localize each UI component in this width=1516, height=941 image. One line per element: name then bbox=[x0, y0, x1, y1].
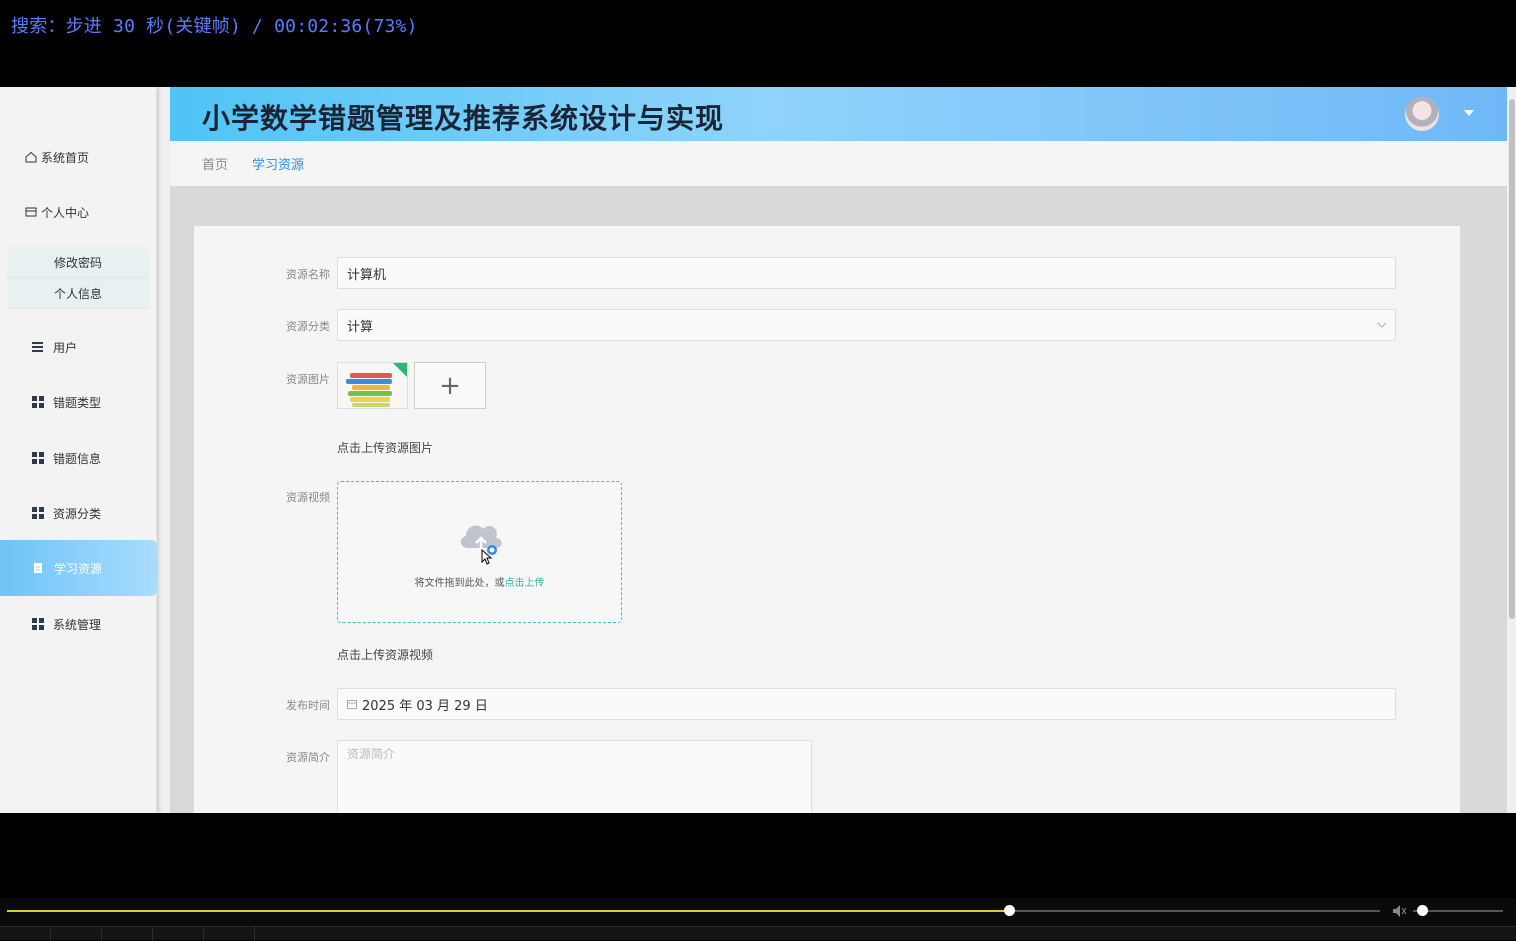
books-image bbox=[346, 363, 407, 407]
breadcrumb-home[interactable]: 首页 bbox=[202, 154, 228, 173]
dropzone-text: 将文件拖到此处，或点击上传 bbox=[338, 574, 621, 589]
volume-slider[interactable] bbox=[1413, 905, 1503, 916]
seek-bar[interactable] bbox=[7, 905, 1380, 916]
sidebar-item-users[interactable]: 用户 bbox=[0, 327, 157, 367]
seek-progress-fill bbox=[7, 910, 1010, 912]
image-label: 资源图片 bbox=[286, 373, 330, 386]
chevron-down-icon[interactable] bbox=[1464, 110, 1474, 116]
resource-intro-textarea[interactable]: 资源简介 bbox=[337, 740, 812, 813]
dropzone-label: 将文件拖到此处，或 bbox=[414, 578, 505, 589]
page-scrollbar[interactable] bbox=[1507, 87, 1516, 813]
control-slot[interactable] bbox=[0, 927, 51, 941]
calendar-icon bbox=[347, 700, 357, 709]
grid-icon bbox=[32, 507, 44, 519]
sidebar-item-system-management[interactable]: 系统管理 bbox=[0, 604, 157, 644]
control-slot[interactable] bbox=[51, 927, 102, 941]
volume-icon[interactable] bbox=[1392, 904, 1408, 918]
publish-date-value: 2025 年 03 月 29 日 bbox=[362, 698, 488, 714]
grid-icon bbox=[32, 396, 44, 408]
video-dropzone[interactable]: 将文件拖到此处，或点击上传 bbox=[337, 481, 622, 623]
click-upload-link[interactable]: 点击上传 bbox=[505, 578, 545, 589]
video-hint: 点击上传资源视频 bbox=[337, 648, 434, 662]
add-image-button[interactable]: + bbox=[414, 362, 486, 409]
doc-icon bbox=[34, 563, 42, 573]
sidebar-item-label: 学习资源 bbox=[54, 561, 103, 576]
personal-submenu: 修改密码 个人信息 bbox=[7, 247, 149, 309]
osd-status-text: 搜索：步进 30 秒(关键帧) / 00:02:36(73%) bbox=[11, 16, 418, 37]
top-header: 小学数学错题管理及推荐系统设计与实现 bbox=[170, 87, 1507, 141]
uploaded-image-thumbnail[interactable] bbox=[337, 362, 408, 409]
sidebar-item-learning-resources[interactable]: 学习资源 bbox=[0, 540, 157, 596]
sidebar-item-label: 资源分类 bbox=[53, 506, 102, 521]
home-icon bbox=[25, 151, 37, 163]
control-slot[interactable] bbox=[204, 927, 255, 941]
breadcrumb-current: 学习资源 bbox=[252, 158, 305, 173]
name-label: 资源名称 bbox=[286, 268, 330, 281]
seek-handle[interactable] bbox=[1004, 905, 1016, 916]
sidebar-item-label: 系统管理 bbox=[53, 617, 102, 632]
video-label: 资源视频 bbox=[286, 491, 330, 504]
list-icon bbox=[32, 340, 43, 354]
volume-handle[interactable] bbox=[1417, 905, 1428, 916]
sidebar-item-label: 系统首页 bbox=[41, 150, 90, 165]
sidebar-item-personal-info[interactable]: 个人信息 bbox=[7, 278, 149, 309]
intro-label: 资源简介 bbox=[286, 751, 330, 764]
publish-date-input[interactable]: 2025 年 03 月 29 日 bbox=[337, 688, 1396, 720]
scrollbar-thumb[interactable] bbox=[1509, 99, 1515, 619]
category-label: 资源分类 bbox=[286, 320, 330, 333]
sidebar-item-error-types[interactable]: 错题类型 bbox=[0, 382, 157, 422]
resource-category-value: 计算 bbox=[347, 319, 374, 335]
page-title: 小学数学错题管理及推荐系统设计与实现 bbox=[202, 102, 725, 135]
avatar[interactable] bbox=[1405, 97, 1439, 131]
player-controls-strip bbox=[0, 926, 1516, 941]
sidebar-item-label: 错题信息 bbox=[53, 451, 102, 466]
sidebar-item-change-password[interactable]: 修改密码 bbox=[7, 247, 149, 278]
grid-icon bbox=[32, 452, 44, 464]
image-hint: 点击上传资源图片 bbox=[337, 441, 434, 455]
mouse-cursor-icon bbox=[481, 549, 493, 565]
resource-name-value: 计算机 bbox=[347, 267, 387, 283]
sidebar-item-home[interactable]: 系统首页 bbox=[0, 137, 157, 177]
resource-name-input[interactable]: 计算机 bbox=[337, 257, 1396, 289]
chevron-down-icon bbox=[1377, 322, 1387, 328]
sidebar-item-resource-category[interactable]: 资源分类 bbox=[0, 493, 157, 533]
date-label: 发布时间 bbox=[286, 699, 330, 712]
sidebar-item-label: 个人中心 bbox=[41, 205, 90, 220]
card-icon bbox=[25, 207, 37, 217]
sidebar-item-label: 错题类型 bbox=[53, 395, 102, 410]
breadcrumb: 首页 学习资源 bbox=[170, 141, 1507, 186]
sidebar-item-personal-center[interactable]: 个人中心 bbox=[0, 192, 157, 232]
sidebar-item-error-info[interactable]: 错题信息 bbox=[0, 438, 157, 478]
control-slot[interactable] bbox=[102, 927, 153, 941]
sidebar-item-label: 用户 bbox=[53, 340, 78, 355]
sidebar: 系统首页 个人中心 修改密码 个人信息 用户 错题类型 错题信息 资源分类 学习 bbox=[0, 87, 157, 813]
app-window: 系统首页 个人中心 修改密码 个人信息 用户 错题类型 错题信息 资源分类 学习 bbox=[0, 87, 1516, 813]
grid-icon bbox=[32, 618, 44, 630]
control-slot[interactable] bbox=[153, 927, 204, 941]
resource-category-select[interactable]: 计算 bbox=[337, 309, 1396, 341]
